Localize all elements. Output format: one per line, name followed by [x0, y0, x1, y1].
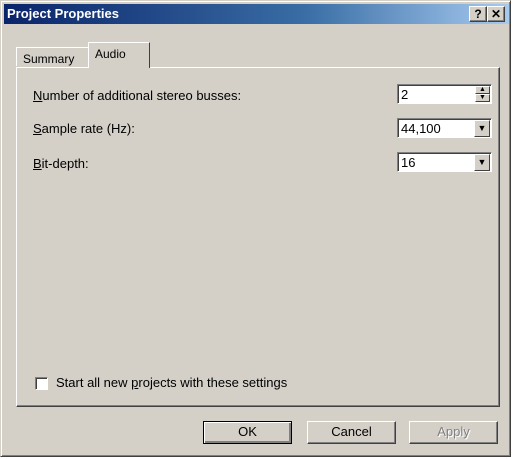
sample-rate-dropdown[interactable]: 44,100 ▼ [397, 118, 492, 138]
cb-label-post: rojects with these settings [138, 375, 288, 390]
sample-rate-value: 44,100 [401, 121, 441, 136]
busses-label-accel: N [33, 88, 43, 103]
busses-spinner[interactable]: ▲ ▼ [475, 86, 490, 103]
sample-rate-label-rest: ample rate (Hz): [41, 121, 135, 136]
chevron-down-icon[interactable]: ▼ [474, 120, 490, 137]
bit-depth-value: 16 [401, 155, 416, 170]
busses-spinbox[interactable]: 2 ▲ ▼ [397, 84, 492, 104]
cancel-button[interactable]: Cancel [307, 421, 396, 444]
window-title: Project Properties [7, 6, 119, 21]
sample-rate-label-accel: S [33, 121, 42, 136]
tab-summary[interactable]: Summary [16, 47, 89, 66]
bit-depth-label-rest: it-depth: [41, 156, 89, 171]
help-button[interactable]: ? [469, 6, 487, 22]
ok-button[interactable]: OK [203, 421, 292, 444]
close-button[interactable]: ✕ [487, 6, 505, 22]
busses-label: Number of additional stereo busses: [33, 88, 241, 103]
sample-rate-label: Sample rate (Hz): [33, 121, 135, 136]
audio-tab-panel: Number of additional stereo busses: 2 ▲ … [16, 67, 500, 407]
bit-depth-label: Bit-depth: [33, 156, 89, 171]
new-projects-checkbox-label[interactable]: Start all new projects with these settin… [56, 375, 287, 390]
busses-value: 2 [401, 87, 409, 102]
cb-label-pre: Start all new [56, 375, 132, 390]
new-projects-checkbox[interactable] [35, 377, 48, 390]
chevron-down-icon[interactable]: ▼ [474, 154, 490, 171]
bit-depth-label-accel: B [33, 156, 42, 171]
bit-depth-dropdown[interactable]: 16 ▼ [397, 152, 492, 172]
spin-down-icon[interactable]: ▼ [475, 94, 490, 102]
title-bar[interactable]: Project Properties ? ✕ [4, 4, 509, 24]
busses-label-rest: umber of additional stereo busses: [42, 88, 242, 103]
tab-summary-label: Summary [23, 52, 75, 66]
spin-up-icon[interactable]: ▲ [475, 86, 490, 94]
project-properties-dialog: Project Properties ? ✕ Summary Audio Num… [0, 0, 511, 457]
tab-audio-label: Audio [95, 47, 126, 61]
tab-audio[interactable]: Audio [88, 42, 150, 68]
apply-button: Apply [409, 421, 498, 444]
